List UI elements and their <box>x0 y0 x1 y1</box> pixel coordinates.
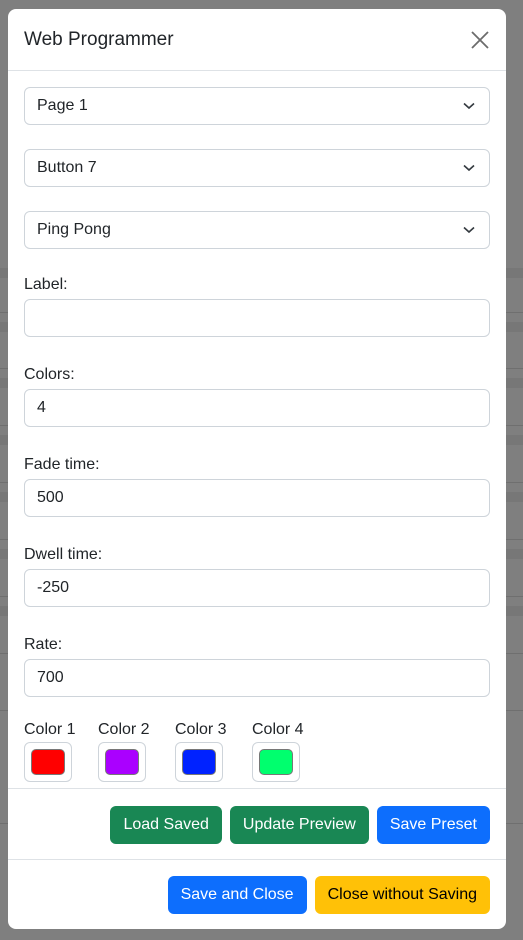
close-without-saving-button[interactable]: Close without Saving <box>314 875 490 914</box>
button-select-value: Button 7 <box>37 159 97 176</box>
page-select-value: Page 1 <box>37 97 88 114</box>
chevron-down-icon <box>463 164 475 172</box>
save-and-close-button[interactable]: Save and Close <box>167 875 307 914</box>
rate-input[interactable]: 700 <box>24 659 490 697</box>
close-button[interactable] <box>468 28 492 52</box>
color-2-label: Color 2 <box>98 721 150 738</box>
chevron-down-icon <box>463 226 475 234</box>
color-picker-1: Color 1 <box>24 720 98 782</box>
color-pickers: Color 1 Color 2 Color 3 Color 4 <box>24 720 490 782</box>
color-1-input[interactable] <box>24 742 72 782</box>
colors-field-label: Colors: <box>24 366 75 383</box>
color-2-swatch <box>105 749 139 775</box>
color-picker-4: Color 4 <box>252 720 329 782</box>
update-preview-button[interactable]: Update Preview <box>229 805 369 844</box>
color-4-swatch <box>259 749 293 775</box>
modal-body: Page 1 Button 7 Ping Pong Label: Colors:… <box>8 71 506 782</box>
label-input[interactable] <box>24 299 490 337</box>
load-saved-button[interactable]: Load Saved <box>110 805 222 844</box>
modal-title: Web Programmer <box>24 28 174 50</box>
close-x-icon <box>471 30 489 49</box>
save-preset-button[interactable]: Save Preset <box>376 805 490 844</box>
modal-header: Web Programmer <box>8 9 506 71</box>
color-picker-3: Color 3 <box>175 720 252 782</box>
color-2-input[interactable] <box>98 742 146 782</box>
color-4-input[interactable] <box>252 742 300 782</box>
mode-select-value: Ping Pong <box>37 221 111 238</box>
page-select[interactable]: Page 1 <box>24 87 490 125</box>
color-3-label: Color 3 <box>175 721 227 738</box>
preset-actions: Load Saved Update Preview Save Preset <box>8 788 506 860</box>
web-programmer-modal: Web Programmer Page 1 Button 7 Ping Pong… <box>8 9 506 929</box>
fade-time-label: Fade time: <box>24 456 100 473</box>
label-field-label: Label: <box>24 276 68 293</box>
color-4-label: Color 4 <box>252 721 304 738</box>
dwell-time-label: Dwell time: <box>24 546 103 563</box>
modal-footer: Save and Close Close without Saving <box>8 859 506 929</box>
colors-input[interactable]: 4 <box>24 389 490 427</box>
button-select[interactable]: Button 7 <box>24 149 490 187</box>
color-picker-2: Color 2 <box>98 720 175 782</box>
mode-select[interactable]: Ping Pong <box>24 211 490 249</box>
chevron-down-icon <box>463 102 475 110</box>
color-3-input[interactable] <box>175 742 223 782</box>
color-3-swatch <box>182 749 216 775</box>
dwell-time-input[interactable]: -250 <box>24 569 490 607</box>
color-1-swatch <box>31 749 65 775</box>
rate-label: Rate: <box>24 636 63 653</box>
color-1-label: Color 1 <box>24 721 76 738</box>
fade-time-input[interactable]: 500 <box>24 479 490 517</box>
